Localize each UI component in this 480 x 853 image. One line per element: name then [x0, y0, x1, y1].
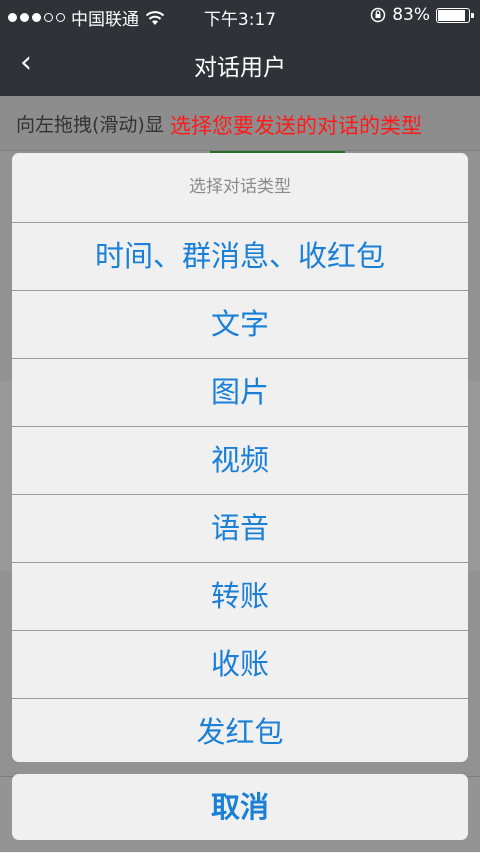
battery-fill [438, 9, 465, 21]
action-sheet: 选择对话类型 时间、群消息、收红包 文字 图片 视频 语音 转账 收账 发红包 [12, 153, 468, 762]
cancel-button[interactable]: 取消 [12, 774, 468, 840]
option-video[interactable]: 视频 [12, 427, 468, 495]
option-image[interactable]: 图片 [12, 359, 468, 427]
battery-percent: 83% [392, 5, 430, 25]
status-bar: 中国联通 下午3:17 83% [0, 0, 480, 30]
page-title: 对话用户 [194, 55, 286, 81]
red-tip-annotation: 选择您要发送的对话的类型 [170, 114, 422, 138]
battery-icon [436, 7, 474, 23]
option-voice[interactable]: 语音 [12, 495, 468, 563]
option-receive-payment[interactable]: 收账 [12, 631, 468, 699]
option-transfer[interactable]: 转账 [12, 563, 468, 631]
nav-bar: ‹ 对话用户 [0, 30, 480, 96]
status-right: 83% [370, 5, 474, 25]
option-send-red-packet[interactable]: 发红包 [12, 699, 468, 762]
orientation-lock-icon [370, 7, 386, 23]
option-time-group-redpacket[interactable]: 时间、群消息、收红包 [12, 223, 468, 291]
option-text[interactable]: 文字 [12, 291, 468, 359]
action-sheet-title: 选择对话类型 [12, 153, 468, 223]
